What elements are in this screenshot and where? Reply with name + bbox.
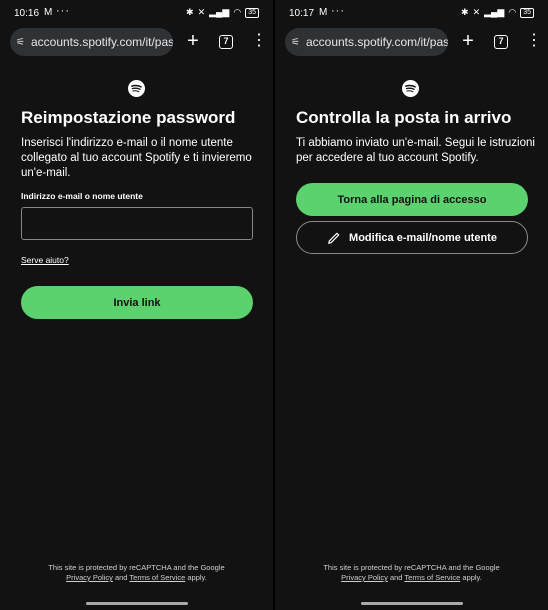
bluetooth-icon: ✱: [461, 7, 469, 17]
new-tab-button[interactable]: +: [183, 30, 203, 52]
battery-icon: 35: [245, 7, 259, 18]
status-icons: ✱ ✕ ▂▄▆ ◠ 35: [461, 7, 534, 18]
address-url: accounts.spotify.com/it/pass: [305, 35, 448, 49]
recaptcha-notice: This site is protected by reCAPTCHA and …: [323, 563, 500, 572]
footer-apply: apply.: [460, 573, 482, 582]
status-bar: 10:16 M ··· ✱ ✕ ▂▄▆ ◠ 35: [0, 0, 273, 26]
signal-icon: ▂▄▆: [484, 7, 505, 17]
recaptcha-notice: This site is protected by reCAPTCHA and …: [48, 563, 225, 572]
page-title: Controlla la posta in arrivo: [296, 108, 512, 127]
email-or-username-input[interactable]: [21, 207, 253, 240]
wifi-icon: ◠: [233, 7, 242, 17]
bluetooth-icon: ✱: [186, 7, 194, 17]
status-icons: ✱ ✕ ▂▄▆ ◠ 35: [186, 7, 259, 18]
tab-switcher-button[interactable]: 7: [494, 35, 508, 49]
mute-icon: ✕: [472, 7, 481, 17]
mute-icon: ✕: [197, 7, 206, 17]
privacy-policy-link[interactable]: Privacy Policy: [341, 573, 388, 582]
password-reset-screen: 10:16 M ··· ✱ ✕ ▂▄▆ ◠ 35 ⚟ accounts.spot…: [0, 0, 273, 610]
footer-and: and: [112, 573, 130, 582]
address-bar[interactable]: ⚟ accounts.spotify.com/it/pass: [285, 28, 448, 56]
browser-menu-button[interactable]: ⋮: [526, 31, 542, 51]
spotify-logo-icon: [402, 80, 419, 97]
footer-apply: apply.: [185, 573, 207, 582]
address-url: accounts.spotify.com/it/pass: [30, 35, 173, 49]
recaptcha-footer: This site is protected by reCAPTCHA and …: [0, 563, 273, 583]
signal-icon: ▂▄▆: [209, 7, 230, 17]
terms-of-service-link[interactable]: Terms of Service: [129, 573, 185, 582]
new-tab-button[interactable]: +: [458, 30, 478, 52]
edit-email-button[interactable]: Modifica e-mail/nome utente: [296, 221, 528, 254]
browser-toolbar: ⚟ accounts.spotify.com/it/pass + 7 ⋮: [0, 28, 273, 60]
status-time: 10:16: [14, 8, 40, 19]
send-link-button[interactable]: Invia link: [21, 286, 253, 319]
address-bar[interactable]: ⚟ accounts.spotify.com/it/pass: [10, 28, 173, 56]
tab-switcher-button[interactable]: 7: [219, 35, 233, 49]
spotify-logo-icon: [128, 80, 145, 97]
wifi-icon: ◠: [508, 7, 517, 17]
gmail-notification-icon: M: [44, 7, 53, 18]
back-to-login-button[interactable]: Torna alla pagina di accesso: [296, 183, 528, 216]
edit-email-label: Modifica e-mail/nome utente: [349, 231, 497, 244]
gesture-home-bar[interactable]: [86, 602, 188, 605]
page-description: Inserisci l'indirizzo e-mail o il nome u…: [21, 137, 252, 179]
battery-icon: 35: [520, 7, 534, 18]
terms-of-service-link[interactable]: Terms of Service: [404, 573, 460, 582]
site-settings-icon[interactable]: ⚟: [16, 37, 25, 48]
site-settings-icon[interactable]: ⚟: [291, 37, 300, 48]
browser-toolbar: ⚟ accounts.spotify.com/it/pass + 7 ⋮: [275, 28, 548, 60]
page-title: Reimpostazione password: [21, 108, 236, 127]
pencil-icon: [328, 232, 340, 244]
help-link[interactable]: Serve aiuto?: [21, 255, 69, 265]
email-field-label: Indirizzo e-mail o nome utente: [21, 191, 143, 201]
recaptcha-footer: This site is protected by reCAPTCHA and …: [275, 563, 548, 583]
more-notifications-icon: ···: [331, 5, 345, 17]
check-inbox-screen: 10:17 M ··· ✱ ✕ ▂▄▆ ◠ 35 ⚟ accounts.spot…: [275, 0, 548, 610]
status-time: 10:17: [289, 8, 315, 19]
browser-menu-button[interactable]: ⋮: [251, 31, 267, 51]
gmail-notification-icon: M: [319, 7, 328, 18]
privacy-policy-link[interactable]: Privacy Policy: [66, 573, 113, 582]
status-bar: 10:17 M ··· ✱ ✕ ▂▄▆ ◠ 35: [275, 0, 548, 26]
footer-and: and: [387, 573, 405, 582]
more-notifications-icon: ···: [56, 5, 70, 17]
gesture-home-bar[interactable]: [361, 602, 463, 605]
page-description: Ti abbiamo inviato un'e-mail. Segui le i…: [296, 137, 535, 164]
